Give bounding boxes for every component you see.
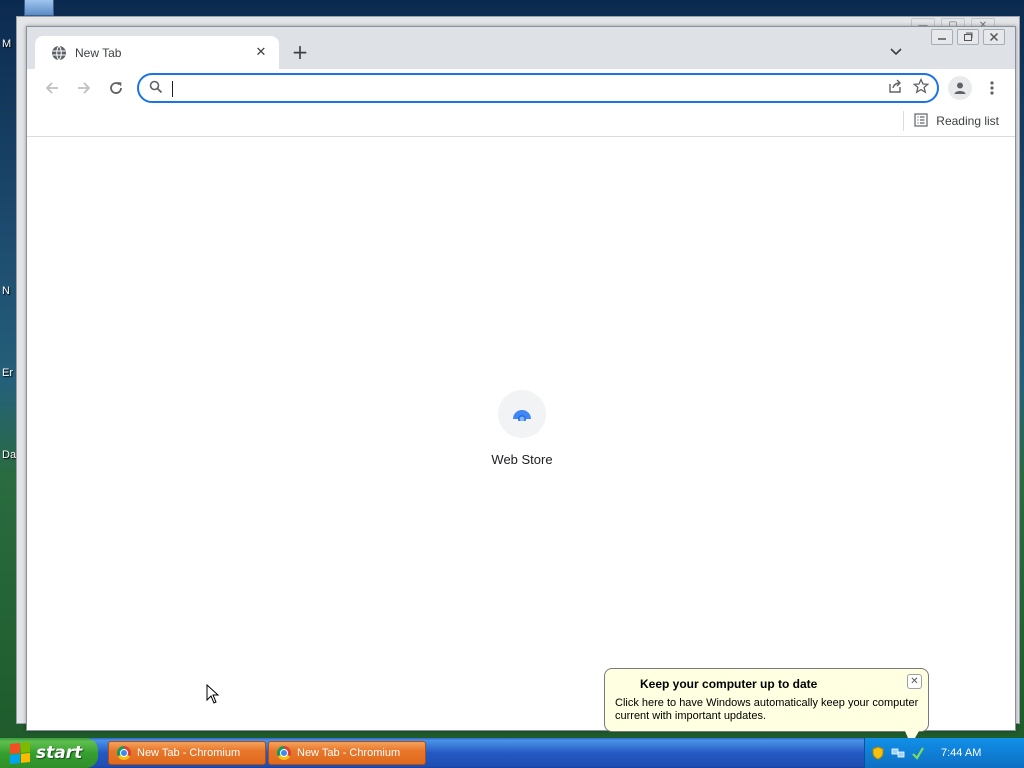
taskbar-button-chromium[interactable]: New Tab - Chromium xyxy=(108,741,266,765)
new-tab-button[interactable]: + xyxy=(289,40,311,64)
text-caret xyxy=(172,81,173,97)
taskbar-button-label: New Tab - Chromium xyxy=(137,747,241,759)
bookmark-star-icon[interactable] xyxy=(912,77,930,98)
tab-title: New Tab xyxy=(75,45,122,60)
start-label: start xyxy=(36,743,83,763)
reading-list-icon xyxy=(914,112,928,131)
profile-avatar-icon[interactable] xyxy=(948,76,972,100)
forward-button[interactable] xyxy=(71,75,97,101)
shortcut-web-store[interactable]: Web Store xyxy=(479,390,565,467)
reading-list-button[interactable]: Reading list xyxy=(903,111,999,131)
network-icon[interactable] xyxy=(891,746,905,760)
desktop-icon-label[interactable]: Er xyxy=(2,367,13,379)
address-input[interactable] xyxy=(171,76,887,100)
minimize-button[interactable] xyxy=(931,29,953,45)
update-icon[interactable] xyxy=(911,746,925,760)
notification-body[interactable]: Click here to have Windows automatically… xyxy=(615,697,920,723)
notification-title: Keep your computer up to date xyxy=(640,677,818,691)
taskbar-button-label: New Tab - Chromium xyxy=(297,747,401,759)
clock[interactable]: 7:44 AM xyxy=(941,747,981,759)
update-notification-balloon[interactable]: Keep your computer up to date Click here… xyxy=(604,668,929,745)
new-tab-page: Web Store xyxy=(27,138,1015,730)
reload-button[interactable] xyxy=(103,75,129,101)
search-icon xyxy=(149,79,163,98)
reading-list-label: Reading list xyxy=(936,114,999,128)
address-bar[interactable] xyxy=(137,73,939,103)
close-button[interactable] xyxy=(983,29,1005,45)
start-button[interactable]: start xyxy=(0,738,98,768)
browser-toolbar xyxy=(27,69,1015,107)
chromium-icon xyxy=(277,746,291,760)
browser-window: New Tab ✕ + Reading list Web Store xyxy=(26,26,1016,731)
globe-icon xyxy=(51,45,67,61)
system-tray: 7:44 AM xyxy=(864,738,1024,768)
web-store-icon xyxy=(498,390,546,438)
taskbar: start New Tab - Chromium New Tab - Chrom… xyxy=(0,738,1024,768)
tab-strip: New Tab ✕ + xyxy=(27,27,1015,69)
chromium-icon xyxy=(117,746,131,760)
windows-logo-icon xyxy=(10,741,30,765)
desktop-icon-label[interactable]: N xyxy=(2,285,10,297)
security-shield-icon[interactable] xyxy=(871,746,885,760)
desktop-icon[interactable] xyxy=(24,0,54,16)
taskbar-button-chromium[interactable]: New Tab - Chromium xyxy=(268,741,426,765)
restore-button[interactable] xyxy=(957,29,979,45)
desktop-icon-label[interactable]: M xyxy=(2,38,11,50)
bookmarks-bar: Reading list xyxy=(27,107,1015,137)
kebab-menu-icon[interactable] xyxy=(982,76,1002,100)
close-icon[interactable]: ✕ xyxy=(907,674,922,689)
chevron-down-icon[interactable] xyxy=(885,41,907,63)
back-button[interactable] xyxy=(39,75,65,101)
tab-close-icon[interactable]: ✕ xyxy=(253,45,269,61)
shortcut-label: Web Store xyxy=(491,452,553,467)
tab-new-tab[interactable]: New Tab ✕ xyxy=(35,36,279,69)
mouse-cursor-icon xyxy=(206,683,220,708)
share-icon[interactable] xyxy=(887,78,903,98)
desktop-icon-label[interactable]: Da xyxy=(2,449,16,461)
